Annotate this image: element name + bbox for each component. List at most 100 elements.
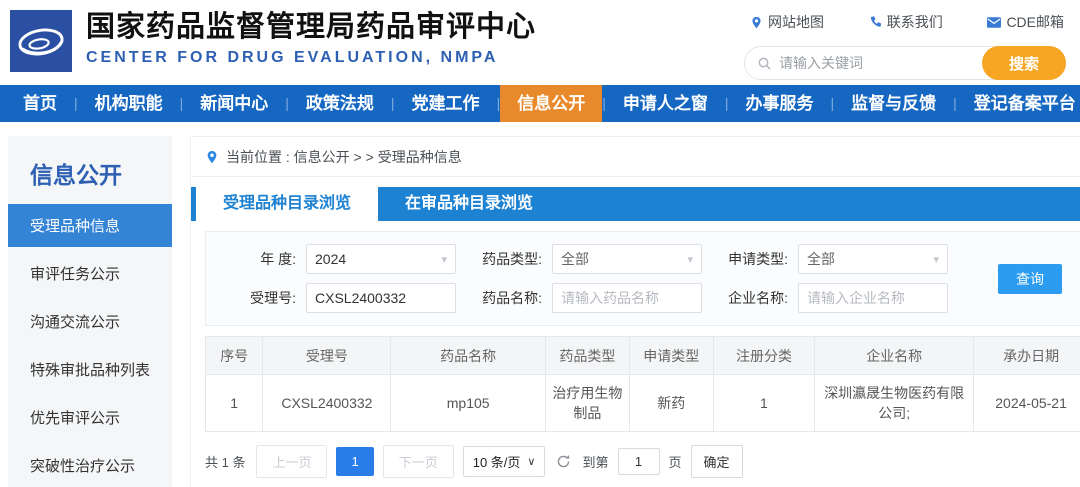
- nav-item-机构职能[interactable]: 机构职能: [78, 85, 180, 122]
- cde-page: 国家药品监督管理局药品审评中心 CENTER FOR DRUG EVALUATI…: [0, 0, 1080, 487]
- tab-在审品种目录浏览[interactable]: 在审品种目录浏览: [378, 187, 560, 221]
- column-header-申请类型: 申请类型: [628, 336, 714, 375]
- phone-icon: [869, 15, 882, 29]
- column-header-序号: 序号: [204, 336, 264, 375]
- search-icon: [757, 56, 772, 71]
- table-cell: mp105: [390, 374, 546, 432]
- breadcrumb: 当前位置 : 信息公开 > > 受理品种信息: [191, 137, 1080, 177]
- header-right: 网站地图 联系我们 CDE邮箱 搜索: [744, 8, 1066, 80]
- chevron-down-icon: ▾: [687, 253, 693, 266]
- nav-item-政策法规[interactable]: 政策法规: [289, 85, 391, 122]
- pagination: 共 1 条 上一页 1 下一页 10 条/页 ∨ 到第 页 确定: [205, 445, 1080, 478]
- sidebar-item-沟通交流公示[interactable]: 沟通交流公示: [8, 300, 172, 343]
- column-header-注册分类: 注册分类: [712, 336, 816, 375]
- column-header-药品名称: 药品名称: [390, 336, 546, 375]
- sidebar-item-审评任务公示[interactable]: 审评任务公示: [8, 252, 172, 295]
- table-cell: CXSL2400332: [262, 374, 392, 432]
- table-body: 1 CXSL2400332 mp105 治疗用生物制品 新药 1 深圳瀛晟生物医药有限公司;…: [204, 374, 1080, 432]
- column-header-药品类型: 药品类型: [544, 336, 630, 375]
- column-header-企业名称: 企业名称: [814, 336, 975, 375]
- sidebar-items: 受理品种信息审评任务公示沟通交流公示特殊审批品种列表优先审评公示突破性治疗公示三…: [8, 204, 172, 487]
- page-size-select[interactable]: 10 条/页 ∨: [462, 446, 546, 477]
- main-nav: 首页 | 机构职能 | 新闻中心 | 政策法规 | 党建工作 | 信息公开 | 申请人之窗 | 办事服务 | 监…: [0, 85, 1080, 122]
- quick-links: 网站地图 联系我们 CDE邮箱: [744, 10, 1066, 32]
- site-header: 国家药品监督管理局药品审评中心 CENTER FOR DRUG EVALUATI…: [0, 0, 1080, 85]
- next-page-button[interactable]: 下一页: [382, 445, 454, 478]
- drug-name-input[interactable]: [552, 283, 702, 313]
- nav-item-监督与反馈[interactable]: 监督与反馈: [834, 85, 953, 122]
- sidebar-item-特殊审批品种列表[interactable]: 特殊审批品种列表: [8, 348, 172, 391]
- nav-item-首页[interactable]: 首页: [6, 85, 74, 122]
- table-cell: 治疗用生物制品: [544, 374, 630, 432]
- column-header-承办日期: 承办日期: [973, 336, 1080, 375]
- refresh-icon[interactable]: [556, 454, 571, 469]
- sidebar-item-突破性治疗公示[interactable]: 突破性治疗公示: [8, 444, 172, 487]
- nav-item-党建工作[interactable]: 党建工作: [395, 85, 497, 122]
- current-page-button[interactable]: 1: [336, 447, 374, 476]
- table-head: 序号 受理号 药品名称 药品类型 申请类型 注册分类 企业名称 承办日期: [204, 336, 1080, 375]
- location-pin-icon: [205, 150, 219, 164]
- sidebar-title: 信息公开: [30, 162, 122, 188]
- year-select[interactable]: 2024 ▾: [306, 244, 456, 274]
- prev-page-button[interactable]: 上一页: [256, 445, 328, 478]
- sidebar-item-优先审评公示[interactable]: 优先审评公示: [8, 396, 172, 439]
- table-cell: 1: [204, 374, 264, 432]
- sidebar: 信息公开 受理品种信息 审评任务公示 沟通交流公示 特殊审批品种列表 优先审评公示 突破性…: [8, 136, 172, 487]
- site-title-block: 国家药品监督管理局药品审评中心 CENTER FOR DRUG EVALUATI…: [86, 8, 536, 67]
- nav-item-信息公开[interactable]: 信息公开: [500, 85, 603, 122]
- drug-type-label: 药品类型:: [482, 251, 542, 267]
- tabbar: 受理品种目录浏览 在审品种目录浏览: [191, 187, 1080, 221]
- query-button[interactable]: 查询: [998, 263, 1062, 294]
- sidebar-item-受理品种信息[interactable]: 受理品种信息: [8, 204, 172, 247]
- quick-link-CDE邮箱[interactable]: CDE邮箱: [987, 12, 1064, 32]
- apply-type-label: 申请类型:: [728, 251, 788, 267]
- search-form: 年 度: 2024 ▾ 药品类型: 全部 ▾ 申请类型: 全部 ▾ 受理号: C…: [205, 231, 1080, 326]
- drug-type-select-value: 全部: [561, 251, 589, 267]
- nav-item-新闻中心[interactable]: 新闻中心: [183, 85, 285, 122]
- acceptance-no-input[interactable]: [306, 283, 456, 313]
- quick-link-label: CDE邮箱: [1006, 14, 1064, 30]
- table-cell: 1: [712, 374, 816, 432]
- table-cell: 2024-05-21: [973, 374, 1080, 432]
- search-button[interactable]: 搜索: [982, 46, 1066, 80]
- year-label: 年 度:: [260, 251, 296, 267]
- table-cell: 新药: [628, 374, 714, 432]
- apply-type-select-value: 全部: [807, 251, 835, 267]
- apply-type-select[interactable]: 全部 ▾: [798, 244, 948, 274]
- company-name-label: 企业名称:: [728, 290, 788, 306]
- main-panel: 当前位置 : 信息公开 > > 受理品种信息 受理品种目录浏览 在审品种目录浏览 …: [190, 136, 1080, 487]
- quick-link-label: 网站地图: [768, 14, 824, 30]
- goto-page-input[interactable]: [617, 448, 660, 475]
- acceptance-no-label: 受理号:: [250, 290, 296, 306]
- nav-item-登记备案平台[interactable]: 登记备案平台: [957, 85, 1080, 122]
- page-size-value: 10 条/页: [472, 455, 521, 470]
- quick-link-联系我们[interactable]: 联系我们: [869, 12, 943, 32]
- chevron-down-icon: ▾: [933, 253, 939, 266]
- content: 信息公开 受理品种信息 审评任务公示 沟通交流公示 特殊审批品种列表 优先审评公示 突破性…: [0, 122, 1080, 487]
- quick-link-label: 联系我们: [886, 14, 943, 30]
- envelope-icon: [987, 16, 1002, 28]
- chevron-down-icon: ∨: [527, 456, 536, 468]
- breadcrumb-text: 当前位置 : 信息公开 > > 受理品种信息: [226, 149, 462, 165]
- site-title: 国家药品监督管理局药品审评中心: [86, 11, 537, 43]
- pagination-total: 共 1 条: [205, 455, 246, 470]
- goto-confirm-button[interactable]: 确定: [690, 445, 743, 478]
- site-search: 搜索: [744, 46, 1066, 80]
- tab-受理品种目录浏览[interactable]: 受理品种目录浏览: [196, 187, 379, 221]
- site-subtitle: CENTER FOR DRUG EVALUATION, NMPA: [86, 49, 499, 66]
- company-name-input[interactable]: [798, 283, 948, 313]
- chevron-down-icon: ▾: [441, 253, 447, 266]
- drug-type-select[interactable]: 全部 ▾: [552, 244, 702, 274]
- goto-page-suffix: 页: [668, 455, 682, 470]
- form-grid: 年 度: 2024 ▾ 药品类型: 全部 ▾ 申请类型: 全部 ▾ 受理号: C…: [230, 244, 948, 313]
- quick-link-网站地图[interactable]: 网站地图: [750, 12, 824, 32]
- drug-name-label: 药品名称:: [482, 290, 542, 306]
- nav-item-申请人之窗[interactable]: 申请人之窗: [606, 85, 725, 122]
- table-row: 1 CXSL2400332 mp105 治疗用生物制品 新药 1 深圳瀛晟生物医药有限公司;…: [204, 374, 1080, 432]
- cde-logo[interactable]: [10, 10, 72, 72]
- result-table: 序号 受理号 药品名称 药品类型 申请类型 注册分类 企业名称 承办日期 1 CXSL24003…: [204, 336, 1080, 432]
- goto-page-prefix: 到第: [582, 455, 609, 470]
- year-select-value: 2024: [315, 251, 347, 267]
- search-input[interactable]: [779, 55, 975, 71]
- nav-item-办事服务[interactable]: 办事服务: [728, 85, 830, 122]
